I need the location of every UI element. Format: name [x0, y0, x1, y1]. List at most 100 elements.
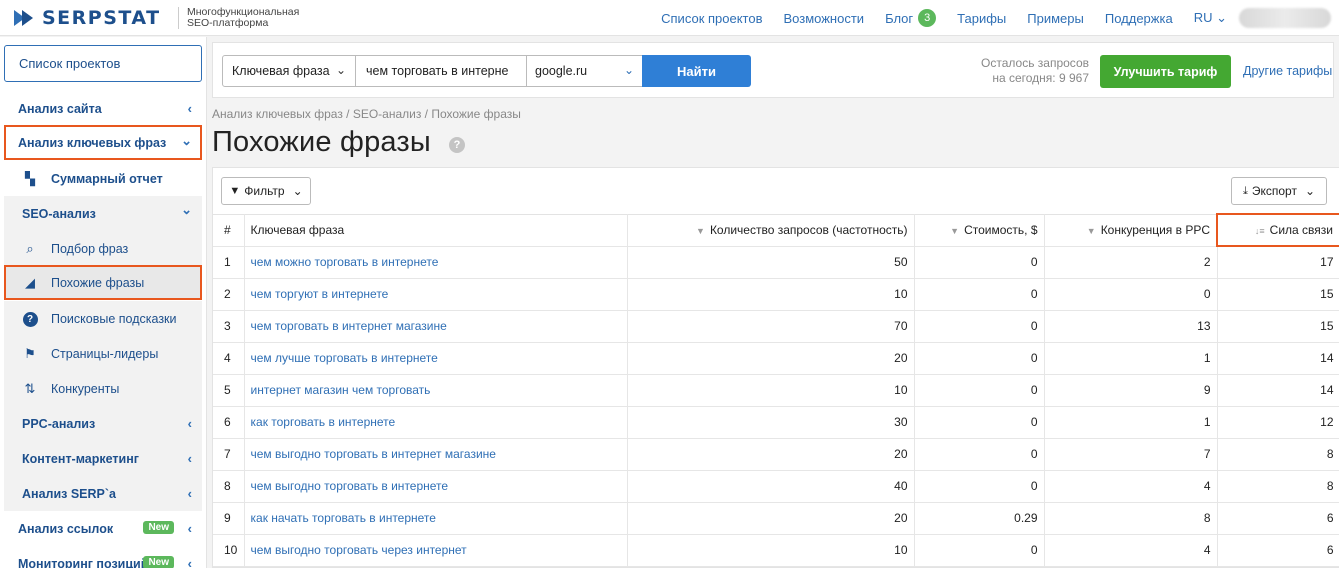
new-badge: New — [143, 521, 174, 534]
cell-competition: 2 — [1044, 246, 1218, 279]
cell-cost: 0 — [914, 406, 1045, 439]
nav-examples[interactable]: Примеры — [1027, 11, 1084, 26]
sidebar-item-similar-phrases[interactable]: ◢ Похожие фразы — [4, 265, 202, 300]
sidebar-item-competitors[interactable]: ⇅ Конкуренты — [4, 371, 202, 406]
sidebar-item-summary-report[interactable]: ▚ Суммарный отчет — [4, 161, 202, 196]
sidebar-item-content-marketing[interactable]: Контент-маркетинг ‹ — [4, 441, 202, 476]
chevron-left-icon: ‹ — [187, 416, 192, 431]
table-header-row: # Ключевая фраза ▼ Количество запросов (ч… — [213, 213, 1339, 247]
sidebar-item-label: Похожие фразы — [51, 275, 145, 290]
table-row: 2 чем торгуют в интернете 10 0 0 15 — [213, 278, 1339, 311]
col-header-keyword[interactable]: Ключевая фраза — [244, 213, 628, 247]
remaining-queries: Осталось запросов на сегодня: 9 967 — [975, 56, 1089, 86]
cell-strength: 6 — [1217, 502, 1339, 535]
cell-keyword-link[interactable]: чем торговать в интернет магазине — [244, 310, 628, 343]
col-header-index: # — [213, 213, 245, 247]
sidebar-item-keyword-selection[interactable]: ⌕ Подбор фраз — [4, 231, 202, 266]
col-header-strength[interactable]: ↓≡ Сила связи — [1216, 213, 1339, 247]
table-row: 6 как торговать в интернете 30 0 1 12 — [213, 406, 1339, 439]
logo[interactable]: SERPSTAT — [14, 7, 161, 29]
remaining-queries-line-2: на сегодня: 9 967 — [992, 71, 1089, 85]
breadcrumb[interactable]: Анализ ключевых фраз / SEO-анализ / Похо… — [212, 107, 521, 121]
sidebar-item-ppc-analysis[interactable]: PPC-анализ ‹ — [4, 406, 202, 441]
sidebar-item-label: Поисковые подсказки — [51, 311, 177, 326]
cell-competition: 1 — [1044, 342, 1218, 375]
sidebar-item-backlinks[interactable]: Анализ ссылок New ‹ — [4, 511, 202, 546]
search-type-value: Ключевая фраза — [232, 64, 330, 78]
sidebar-item-label: PPC-анализ — [22, 416, 96, 431]
cell-competition: 7 — [1044, 438, 1218, 471]
search-engine-select[interactable]: google.ru ⌄ — [526, 55, 643, 87]
cell-keyword-link[interactable]: как начать торговать в интернете — [244, 502, 628, 535]
sidebar-item-search-suggestions[interactable]: ? Поисковые подсказки — [4, 301, 202, 336]
cell-strength: 17 — [1217, 246, 1339, 279]
cell-competition: 4 — [1044, 534, 1218, 567]
col-header-cost[interactable]: ▼ Стоимость, $ — [914, 213, 1045, 247]
col-header-volume[interactable]: ▼ Количество запросов (частотность) — [627, 213, 915, 247]
language-label: RU — [1193, 10, 1213, 25]
help-icon[interactable]: ? — [449, 137, 465, 153]
sidebar: Список проектов Анализ сайта ‹ Анализ кл… — [0, 37, 207, 568]
nav-pricing[interactable]: Тарифы — [957, 11, 1006, 26]
cell-cost: 0 — [914, 246, 1045, 279]
sidebar-item-serp-analysis[interactable]: Анализ SERP`а ‹ — [4, 476, 202, 511]
chevron-down-icon: ⌄ — [181, 133, 192, 148]
language-selector[interactable]: RU ⌄ — [1194, 10, 1227, 26]
cell-volume: 40 — [627, 470, 915, 503]
nav-support[interactable]: Поддержка — [1105, 11, 1173, 26]
sort-desc-icon: ↓≡ — [1254, 226, 1265, 236]
cell-keyword-link[interactable]: чем выгодно торговать в интернете — [244, 470, 628, 503]
cell-cost: 0 — [914, 438, 1045, 471]
cell-competition: 8 — [1044, 502, 1218, 535]
cell-index: 1 — [213, 246, 245, 279]
filter-button[interactable]: ▼ Фильтр ⌄ — [221, 177, 311, 205]
projects-list-button[interactable]: Список проектов — [4, 45, 202, 82]
sidebar-item-label: Контент-маркетинг — [22, 451, 139, 466]
chevron-left-icon: ‹ — [187, 451, 192, 466]
sidebar-item-keyword-analysis[interactable]: Анализ ключевых фраз ⌄ — [4, 125, 202, 160]
table-row: 5 интернет магазин чем торговать 10 0 9 14 — [213, 374, 1339, 407]
cell-competition: 1 — [1044, 406, 1218, 439]
find-button[interactable]: Найти — [642, 55, 751, 87]
cell-index: 5 — [213, 374, 245, 407]
upgrade-plan-button[interactable]: Улучшить тариф — [1100, 55, 1231, 88]
cell-volume: 50 — [627, 246, 915, 279]
sidebar-item-seo-analysis[interactable]: SEO-анализ ⌄ — [4, 196, 202, 231]
tagline-line-2: SEO-платформа — [187, 17, 269, 29]
results-panel: ▼ Фильтр ⌄ ⤓ Экспорт ⌄ # Ключевая фраза … — [212, 167, 1339, 568]
cell-competition: 0 — [1044, 278, 1218, 311]
nav-features[interactable]: Возможности — [784, 11, 865, 26]
cell-keyword-link[interactable]: чем можно торговать в интернете — [244, 246, 628, 279]
search-type-select[interactable]: Ключевая фраза ⌄ — [222, 55, 356, 87]
col-header-competition[interactable]: ▼ Конкуренция в PPC — [1044, 213, 1218, 247]
cell-keyword-link[interactable]: чем выгодно торговать в интернет магазин… — [244, 438, 628, 471]
cell-cost: 0 — [914, 374, 1045, 407]
export-label: Экспорт — [1251, 184, 1297, 198]
sidebar-item-rank-tracking[interactable]: Мониторинг позиций New ‹ — [4, 546, 202, 568]
cell-competition: 13 — [1044, 310, 1218, 343]
export-button[interactable]: ⤓ Экспорт ⌄ — [1231, 177, 1327, 205]
cell-strength: 6 — [1217, 534, 1339, 567]
chevron-down-icon: ⌄ — [292, 184, 303, 198]
cell-keyword-link[interactable]: интернет магазин чем торговать — [244, 374, 628, 407]
cell-strength: 15 — [1217, 310, 1339, 343]
chevron-left-icon: ‹ — [187, 556, 192, 568]
cell-keyword-link[interactable]: как торговать в интернете — [244, 406, 628, 439]
nav-blog[interactable]: Блог 3 — [885, 9, 937, 27]
new-badge: New — [143, 556, 174, 568]
nav-projects[interactable]: Список проектов — [661, 11, 762, 26]
search-input[interactable]: чем торговать в интерне — [355, 55, 527, 87]
cell-keyword-link[interactable]: чем выгодно торговать через интернет — [244, 534, 628, 567]
sidebar-item-label: Суммарный отчет — [51, 171, 163, 186]
other-plans-link[interactable]: Другие тарифы — [1243, 64, 1332, 78]
cell-strength: 12 — [1217, 406, 1339, 439]
cell-keyword-link[interactable]: чем торгуют в интернете — [244, 278, 628, 311]
table-row: 1 чем можно торговать в интернете 50 0 2 17 — [213, 246, 1339, 279]
chevron-down-icon: ⌄ — [1304, 184, 1316, 198]
cell-volume: 30 — [627, 406, 915, 439]
user-account[interactable] — [1239, 8, 1331, 28]
cell-keyword-link[interactable]: чем лучше торговать в интернете — [244, 342, 628, 375]
sidebar-item-site-analysis[interactable]: Анализ сайта ‹ — [4, 91, 202, 126]
table-row: 8 чем выгодно торговать в интернете 40 0 4 8 — [213, 470, 1339, 503]
sidebar-item-top-pages[interactable]: ⚑ Страницы-лидеры — [4, 336, 202, 371]
